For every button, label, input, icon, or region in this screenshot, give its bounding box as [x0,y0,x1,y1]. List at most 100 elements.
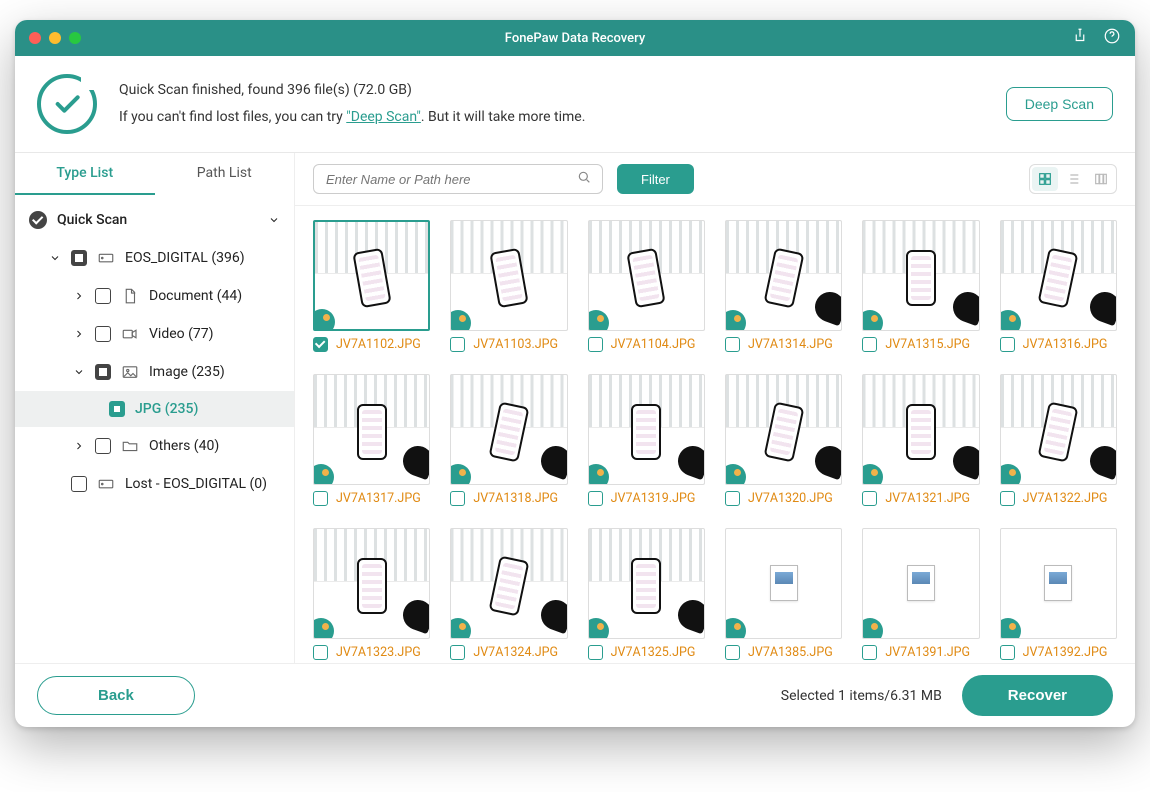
file-checkbox[interactable] [1000,645,1015,660]
file-thumbnail[interactable] [1000,220,1117,331]
filter-button[interactable]: Filter [617,164,694,194]
file-checkbox[interactable] [313,491,328,506]
file-checkbox[interactable] [1000,491,1015,506]
search-input[interactable] [324,171,576,188]
search-input-wrap[interactable] [313,164,603,194]
footer: Back Selected 1 items/6.31 MB Recover [15,663,1135,727]
checkbox[interactable] [71,476,87,492]
file-checkbox[interactable] [1000,337,1015,352]
file-item: JV7A1322.JPG [1000,374,1117,506]
file-checkbox[interactable] [313,645,328,660]
file-thumbnail[interactable] [862,374,979,485]
file-thumbnail[interactable] [1000,528,1117,639]
checkbox-mixed[interactable] [71,250,87,266]
checkbox[interactable] [95,326,111,342]
file-checkbox[interactable] [725,491,740,506]
file-thumbnail[interactable] [450,528,567,639]
file-checkbox[interactable] [450,491,465,506]
back-button[interactable]: Back [37,676,195,715]
document-icon [121,287,139,305]
file-thumbnail[interactable] [588,528,705,639]
file-thumbnail[interactable] [1000,374,1117,485]
file-name: JV7A1319.JPG [611,491,696,506]
chevron-right-icon[interactable] [73,440,85,452]
file-checkbox[interactable] [588,491,603,506]
chevron-down-icon[interactable] [268,214,280,226]
file-checkbox[interactable] [588,645,603,660]
tree-node-others[interactable]: Others (40) [15,427,294,465]
file-thumbnail[interactable] [588,220,705,331]
file-item: JV7A1318.JPG [450,374,567,506]
file-meta: JV7A1392.JPG [1000,645,1117,660]
file-checkbox[interactable] [588,337,603,352]
grid-view-button[interactable] [1032,167,1058,191]
file-thumbnail[interactable] [588,374,705,485]
file-checkbox[interactable] [862,645,877,660]
list-view-button[interactable] [1060,167,1086,191]
chevron-right-icon[interactable] [73,328,85,340]
file-item: JV7A1317.JPG [313,374,430,506]
help-icon[interactable] [1103,27,1121,49]
file-item: JV7A1391.JPG [862,528,979,660]
column-view-button[interactable] [1088,167,1114,191]
file-thumbnail[interactable] [313,528,430,639]
file-thumbnail[interactable] [313,220,430,331]
tree-node-eos[interactable]: EOS_DIGITAL (396) [15,239,294,277]
file-item: JV7A1325.JPG [588,528,705,660]
maximize-window-button[interactable] [69,32,81,44]
tree-node-document[interactable]: Document (44) [15,277,294,315]
traffic-lights [29,32,81,44]
titlebar: FonePaw Data Recovery [15,20,1135,56]
file-item: JV7A1323.JPG [313,528,430,660]
file-name: JV7A1385.JPG [748,645,833,660]
tree-label: JPG (235) [135,401,198,417]
file-thumbnail[interactable] [862,528,979,639]
minimize-window-button[interactable] [49,32,61,44]
deep-scan-button[interactable]: Deep Scan [1006,87,1113,121]
checkbox-mixed[interactable] [95,364,111,380]
tree-label: Lost - EOS_DIGITAL (0) [125,476,267,492]
close-window-button[interactable] [29,32,41,44]
deep-scan-link[interactable]: "Deep Scan" [346,109,421,125]
file-meta: JV7A1391.JPG [862,645,979,660]
chevron-down-icon[interactable] [73,366,85,378]
file-thumbnail[interactable] [313,374,430,485]
file-checkbox[interactable] [862,491,877,506]
tab-type-list[interactable]: Type List [15,153,155,195]
checkbox[interactable] [95,438,111,454]
chevron-down-icon[interactable] [49,252,61,264]
main-area: Type List Path List Quick Scan EOS_DIGIT… [15,153,1135,663]
file-thumbnail[interactable] [862,220,979,331]
phone-icon [906,404,936,460]
file-thumbnail[interactable] [725,528,842,639]
success-check-icon [37,74,97,134]
file-checkbox[interactable] [862,337,877,352]
share-icon[interactable] [1071,27,1089,49]
chevron-right-icon[interactable] [73,290,85,302]
file-checkbox[interactable] [450,337,465,352]
tree-node-lost[interactable]: Lost - EOS_DIGITAL (0) [15,465,294,503]
tree-node-image[interactable]: Image (235) [15,353,294,391]
file-checkbox[interactable] [725,645,740,660]
tree-node-jpg[interactable]: JPG (235) [15,391,294,427]
file-thumbnail[interactable] [450,220,567,331]
tree-node-video[interactable]: Video (77) [15,315,294,353]
file-doc-icon [1044,565,1072,601]
file-thumbnail[interactable] [725,374,842,485]
drive-icon [97,249,115,267]
file-thumbnail[interactable] [725,220,842,331]
file-item: JV7A1324.JPG [450,528,567,660]
file-thumbnail[interactable] [450,374,567,485]
tree-quick-scan[interactable]: Quick Scan [15,201,294,239]
checkbox[interactable] [95,288,111,304]
file-checkbox[interactable] [450,645,465,660]
file-checkbox[interactable] [725,337,740,352]
file-meta: JV7A1318.JPG [450,491,567,506]
window-title: FonePaw Data Recovery [15,31,1135,46]
file-checkbox[interactable] [313,337,328,352]
file-name: JV7A1325.JPG [611,645,696,660]
recover-button[interactable]: Recover [962,675,1113,716]
tab-path-list[interactable]: Path List [155,153,295,195]
file-name: JV7A1392.JPG [1023,645,1108,660]
checkbox-mixed[interactable] [109,401,125,417]
